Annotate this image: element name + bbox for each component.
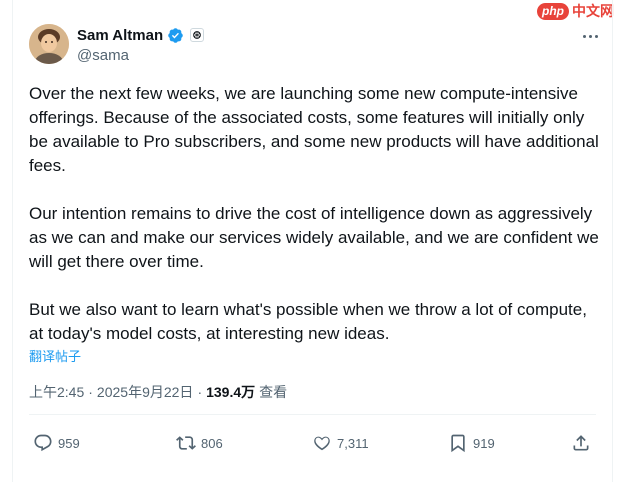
repost-icon <box>176 436 196 450</box>
meta-separator: · <box>197 384 203 400</box>
heart-icon <box>314 436 330 451</box>
tweet-paragraph: Our intention remains to drive the cost … <box>29 204 599 271</box>
tweet-paragraph: Over the next few weeks, we are launchin… <box>29 84 599 175</box>
more-options-icon[interactable] <box>578 28 602 44</box>
like-count: 7,311 <box>337 435 369 451</box>
author-handle[interactable]: @sama <box>77 47 129 64</box>
like-button[interactable]: 7,311 <box>312 432 369 454</box>
bookmark-button[interactable]: 919 <box>448 432 495 454</box>
share-button[interactable] <box>571 432 591 454</box>
author-name-row: Sam Altman <box>77 25 205 45</box>
reply-count: 959 <box>58 435 80 451</box>
author-name[interactable]: Sam Altman <box>77 27 163 44</box>
views-label: 查看 <box>259 384 288 400</box>
tweet-meta: 上午2:45 · 2025年9月22日 · 139.4万 查看 <box>29 382 287 402</box>
translate-post-link[interactable]: 翻译帖子 <box>29 346 81 365</box>
action-bar: 959 806 7,311 919 <box>33 432 593 456</box>
tweet-date[interactable]: 2025年9月22日 <box>97 382 194 402</box>
reply-button[interactable]: 959 <box>33 432 80 454</box>
avatar-image <box>29 24 69 64</box>
avatar[interactable] <box>29 24 69 64</box>
repost-button[interactable]: 806 <box>176 432 223 454</box>
tweet-time[interactable]: 上午2:45 <box>29 382 84 402</box>
tweet-text: Over the next few weeks, we are launchin… <box>29 82 604 346</box>
repost-count: 806 <box>201 435 223 451</box>
meta-separator: · <box>88 384 93 400</box>
bookmark-count: 919 <box>473 435 495 451</box>
views-count: 139.4万 <box>206 384 256 400</box>
tweet-paragraph: But we also want to learn what's possibl… <box>29 300 587 343</box>
divider <box>29 414 596 415</box>
verified-badge-icon[interactable] <box>167 27 184 44</box>
reply-icon <box>34 434 52 452</box>
share-icon <box>573 435 589 451</box>
tweet-card: Sam Altman @sama Over the next few weeks… <box>12 0 613 482</box>
affiliation-badge-icon[interactable] <box>190 28 205 42</box>
bookmark-icon <box>451 434 465 453</box>
